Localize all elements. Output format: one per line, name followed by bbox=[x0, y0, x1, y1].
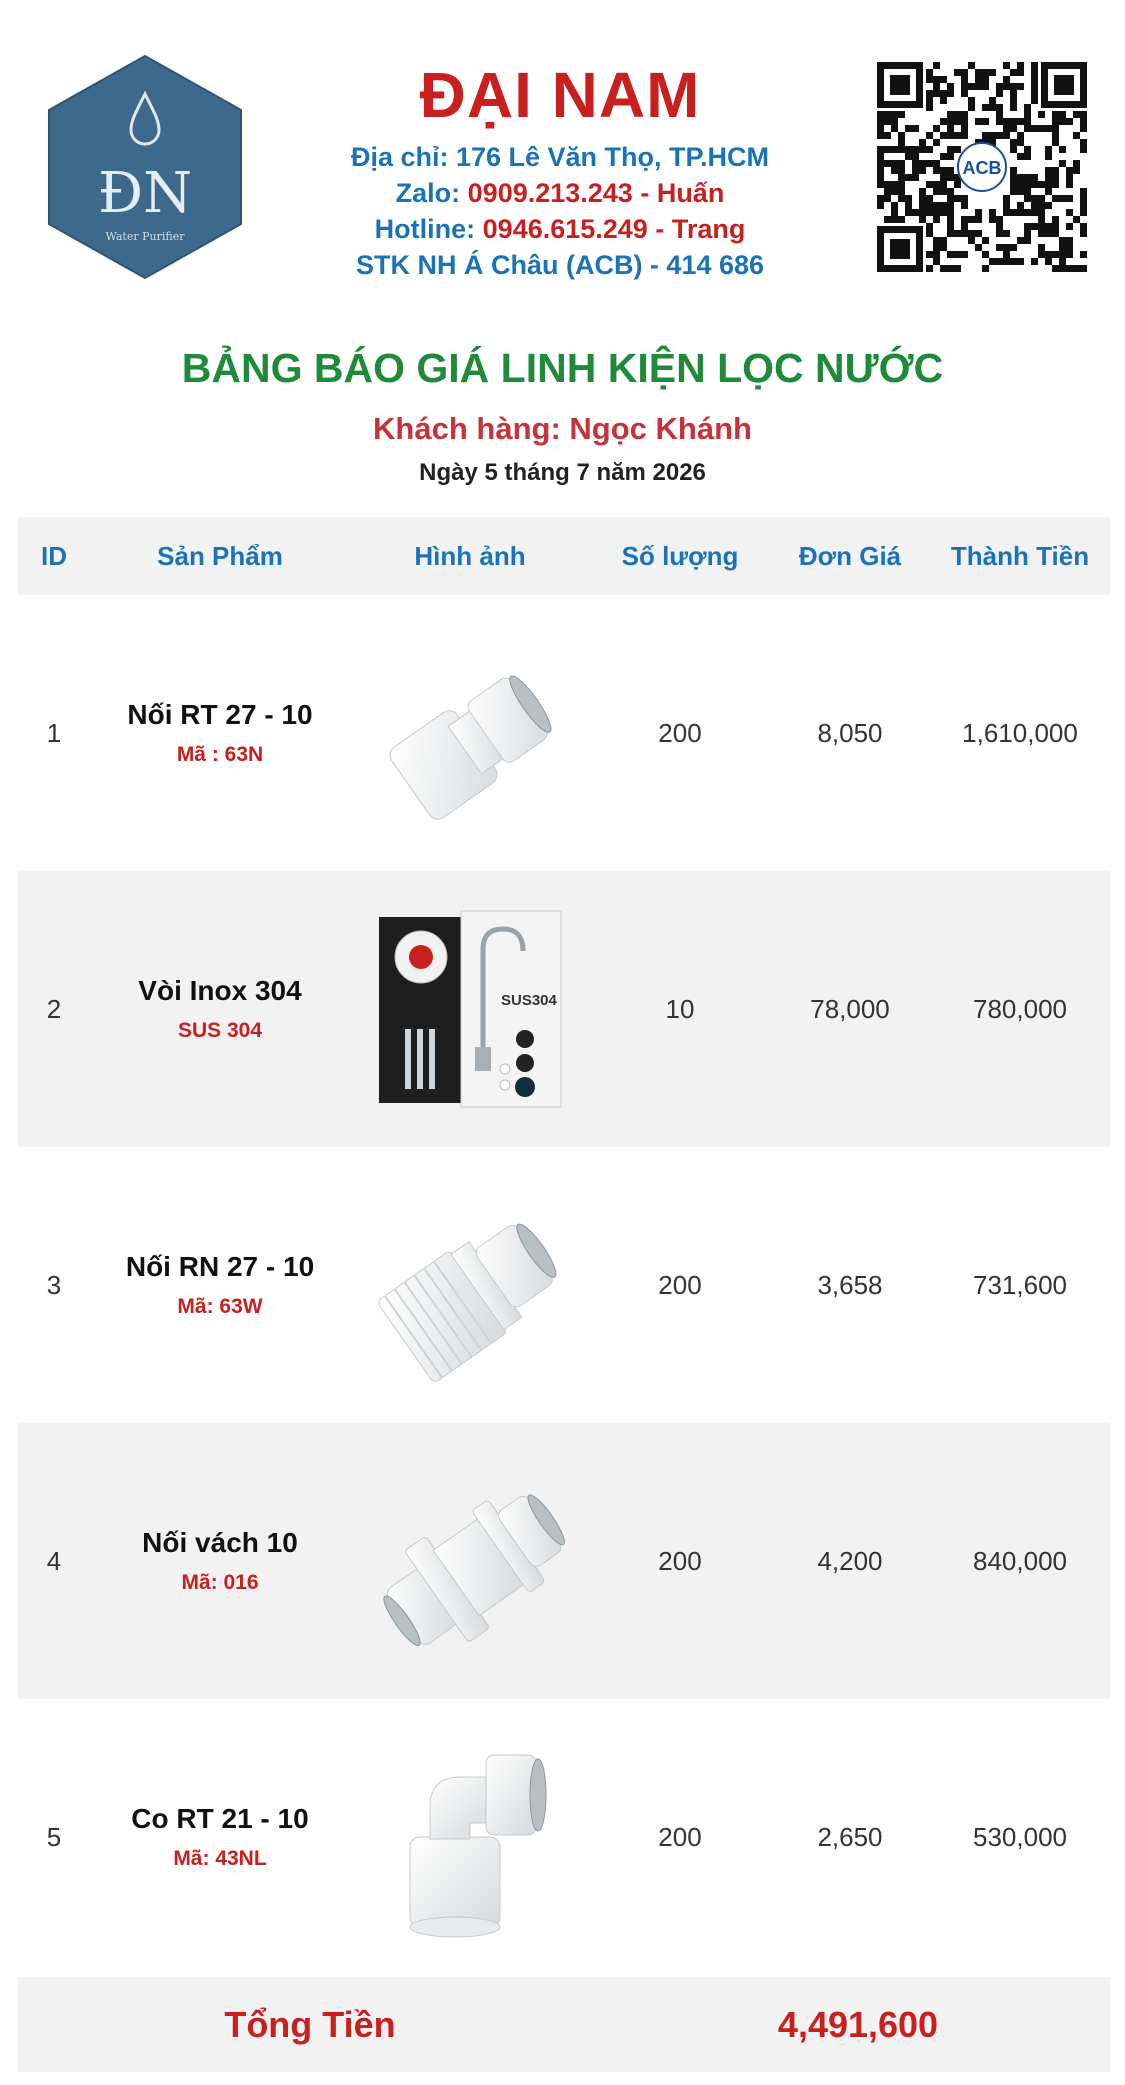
product-cell: Co RT 21 - 10 Mã: 43NL bbox=[90, 1699, 350, 1975]
company-logo: ĐN Water Purifier bbox=[45, 52, 245, 282]
page-title: BẢNG BÁO GIÁ LINH KIỆN LỌC NƯỚC bbox=[181, 345, 944, 391]
stainless-faucet-package-icon: SUS304 bbox=[350, 871, 590, 1147]
row-price: 3,658 bbox=[817, 1269, 883, 1300]
product-cell: Nối vách 10 Mã: 016 bbox=[90, 1423, 350, 1699]
product-code: Mã: 016 bbox=[181, 1571, 259, 1594]
logo-subtext: Water Purifier bbox=[106, 230, 186, 243]
table-header: ID Sản Phẩm Hình ảnh Số lượng Đơn Giá Th… bbox=[18, 517, 1110, 595]
row-qty: 10 bbox=[665, 993, 695, 1024]
row-id: 1 bbox=[46, 717, 62, 748]
hotline-value: 0946.615.249 - Trang bbox=[482, 214, 746, 244]
table-row: 5 Co RT 21 - 10 Mã: 43NL 200 2,650 530,0… bbox=[18, 1699, 1110, 1975]
straight-female-connector-icon bbox=[350, 595, 590, 871]
zalo-line: Zalo: 0909.213.243 - Huấn bbox=[300, 178, 820, 209]
row-total: 840,000 bbox=[973, 1545, 1067, 1576]
package-label: SUS304 bbox=[501, 992, 558, 1009]
header-qty: Số lượng bbox=[621, 541, 739, 571]
row-qty: 200 bbox=[658, 717, 702, 748]
product-name: Co RT 21 - 10 bbox=[131, 1803, 309, 1834]
customer-line: Khách hàng: Ngọc Khánh bbox=[0, 411, 1125, 447]
product-cell: Nối RN 27 - 10 Mã: 63W bbox=[90, 1147, 350, 1423]
header-total: Thành Tiền bbox=[950, 541, 1090, 571]
row-id: 2 bbox=[46, 993, 62, 1024]
product-cell: Nối RT 27 - 10 Mã : 63N bbox=[90, 595, 350, 871]
product-name: Vòi Inox 304 bbox=[138, 975, 302, 1006]
row-id: 3 bbox=[46, 1269, 62, 1300]
row-id: 5 bbox=[46, 1821, 62, 1852]
header-price: Đơn Giá bbox=[798, 541, 902, 571]
product-name: Nối vách 10 bbox=[142, 1527, 298, 1558]
acb-badge: ACB bbox=[963, 158, 1002, 178]
row-total: 731,600 bbox=[973, 1269, 1067, 1300]
elbow-connector-icon bbox=[350, 1699, 590, 1975]
header-image: Hình ảnh bbox=[414, 541, 526, 571]
row-id: 4 bbox=[46, 1545, 62, 1576]
header-product: Sản Phẩm bbox=[157, 541, 283, 571]
row-total: 530,000 bbox=[973, 1821, 1067, 1852]
table-row: 4 Nối vách 10 Mã: 016 200 4,200 840,000 bbox=[18, 1423, 1110, 1699]
product-code: SUS 304 bbox=[177, 1019, 263, 1042]
header-id: ID bbox=[41, 541, 67, 571]
table-row: 2 Vòi Inox 304 SUS 304 SUS304 10 78,000 … bbox=[18, 871, 1110, 1147]
product-code: Mã : 63N bbox=[176, 743, 264, 766]
zalo-value: 0909.213.243 - Huấn bbox=[467, 178, 725, 208]
row-price: 8,050 bbox=[817, 717, 883, 748]
row-total: 780,000 bbox=[973, 993, 1067, 1024]
row-price: 2,650 bbox=[817, 1821, 883, 1852]
row-total: 1,610,000 bbox=[962, 717, 1078, 748]
row-qty: 200 bbox=[658, 1269, 702, 1300]
bulkhead-connector-icon bbox=[350, 1423, 590, 1699]
bank-account: STK NH Á Châu (ACB) - 414 686 bbox=[355, 250, 765, 280]
logo-text: ĐN bbox=[98, 161, 192, 226]
hotline-label: Hotline: bbox=[374, 214, 483, 244]
quote-date: Ngày 5 tháng 7 năm 2026 bbox=[419, 459, 706, 486]
product-code: Mã: 63W bbox=[177, 1295, 263, 1318]
product-code: Mã: 43NL bbox=[173, 1847, 267, 1870]
table-row: 3 Nối RN 27 - 10 Mã: 63W 200 3,658 731,6… bbox=[18, 1147, 1110, 1423]
product-name: Nối RT 27 - 10 bbox=[127, 699, 313, 730]
row-price: 4,200 bbox=[817, 1545, 883, 1576]
address: Địa chỉ: 176 Lê Văn Thọ, TP.HCM bbox=[350, 142, 770, 172]
total-amount: 4,491,600 bbox=[777, 2004, 939, 2045]
total-label: Tổng Tiền bbox=[224, 2004, 396, 2045]
product-cell: Vòi Inox 304 SUS 304 bbox=[90, 871, 350, 1147]
total-bar: Tổng Tiền 4,491,600 bbox=[18, 1977, 1110, 2072]
customer-name: Ngọc Khánh bbox=[569, 411, 752, 446]
row-qty: 200 bbox=[658, 1545, 702, 1576]
customer-label: Khách hàng: bbox=[373, 411, 570, 446]
brand-name: ĐẠI NAM bbox=[419, 59, 701, 131]
hotline-line: Hotline: 0946.615.249 - Trang bbox=[300, 214, 820, 245]
zalo-label: Zalo: bbox=[395, 178, 468, 208]
product-name: Nối RN 27 - 10 bbox=[125, 1251, 315, 1282]
male-thread-connector-icon bbox=[350, 1147, 590, 1423]
table-row: 1 Nối RT 27 - 10 Mã : 63N 200 8,050 1,61… bbox=[18, 595, 1110, 871]
qr-code: ACB bbox=[873, 58, 1091, 276]
row-price: 78,000 bbox=[810, 993, 890, 1024]
row-qty: 200 bbox=[658, 1821, 702, 1852]
